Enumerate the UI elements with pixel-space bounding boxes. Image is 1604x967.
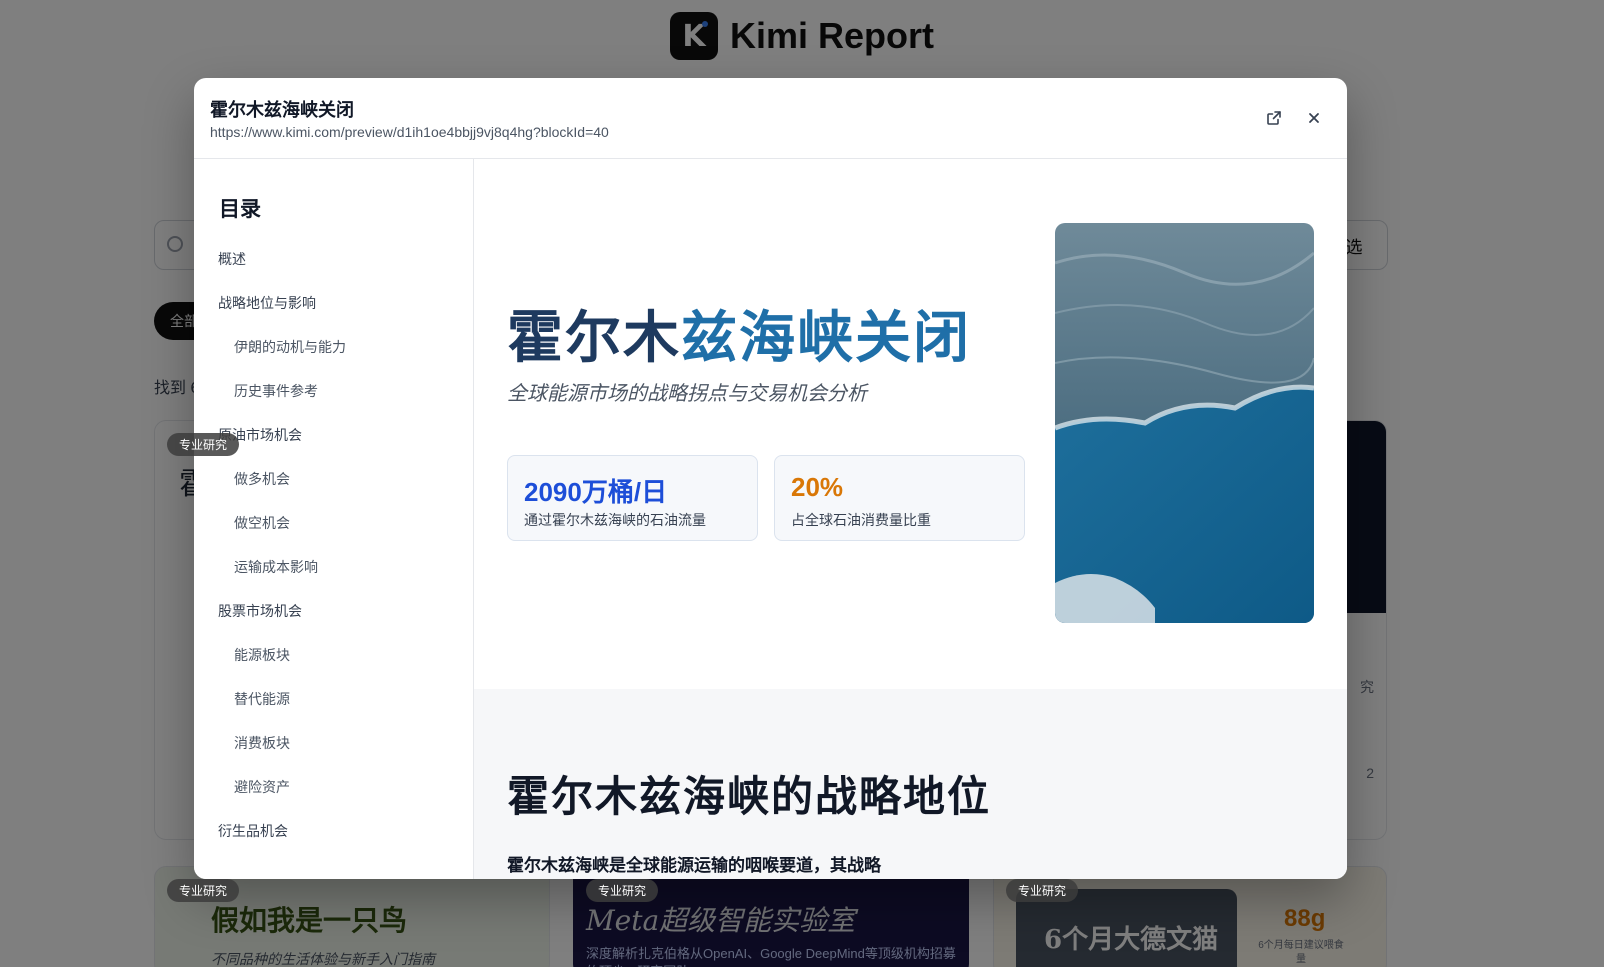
section-paragraph: 霍尔木兹海峡是全球能源运输的咽喉要道，其战略地位至关重要。该海峡连接波斯湾与阿曼… [507, 856, 881, 875]
modal-url: https://www.kimi.com/preview/d1ih1oe4bbj… [210, 124, 609, 140]
card-tag: 专业研究 [167, 879, 240, 902]
card-tag: 专业研究 [586, 879, 659, 902]
stat-value: 2090万桶/日 [524, 477, 668, 507]
toc-item[interactable]: 消费板块 [234, 733, 290, 753]
toc-item[interactable]: 做多机会 [234, 469, 290, 489]
report-preview-modal: 霍尔木兹海峡关闭 https://www.kimi.com/preview/d1… [194, 78, 1347, 879]
hero-section: 霍尔木兹海峡关闭 全球能源市场的战略拐点与交易机会分析 2090万桶/日 通过霍… [474, 159, 1347, 689]
toc-item[interactable]: 历史事件参考 [234, 381, 318, 401]
close-button[interactable] [1300, 104, 1328, 132]
table-of-contents: 目录 概述 战略地位与影响 伊朗的动机与能力 历史事件参考 原油市场机会 做多机会 做空机会… [194, 159, 474, 879]
hero-title-part1: 霍尔木 [507, 305, 681, 371]
hero-title: 霍尔木兹海峡关闭 [507, 293, 971, 374]
card-tag: 专业研究 [167, 433, 240, 456]
strategic-position-section: 霍尔木兹海峡的战略地位 霍尔木兹海峡是全球能源运输的咽喉要道，其战略地位至关重要… [474, 689, 1347, 879]
stat-card-oil-flow: 2090万桶/日 通过霍尔木兹海峡的石油流量 [507, 455, 758, 541]
toc-item[interactable]: 战略地位与影响 [218, 293, 316, 313]
stat-label: 占全球石油消费量比重 [791, 512, 931, 528]
toc-item[interactable]: 伊朗的动机与能力 [234, 337, 346, 357]
toc-heading: 目录 [219, 196, 261, 221]
toc-item[interactable]: 避险资产 [234, 777, 290, 797]
report-content[interactable]: 霍尔木兹海峡关闭 全球能源市场的战略拐点与交易机会分析 2090万桶/日 通过霍… [474, 159, 1347, 879]
section-title: 霍尔木兹海峡的战略地位 [507, 772, 992, 821]
external-link-icon [1267, 111, 1281, 125]
open-external-button[interactable] [1260, 104, 1288, 132]
modal-title: 霍尔木兹海峡关闭 [210, 100, 354, 120]
hero-title-part2: 兹海峡关闭 [681, 305, 971, 371]
toc-item[interactable]: 做空机会 [234, 513, 290, 533]
toc-item[interactable]: 衍生品机会 [218, 821, 288, 841]
close-icon [1309, 113, 1319, 123]
hero-aerial-sea-image [1055, 223, 1314, 623]
hero-subtitle: 全球能源市场的战略拐点与交易机会分析 [507, 383, 867, 405]
toc-item[interactable]: 概述 [218, 249, 246, 269]
toc-item[interactable]: 能源板块 [234, 645, 290, 665]
modal-header: 霍尔木兹海峡关闭 https://www.kimi.com/preview/d1… [194, 78, 1347, 159]
stat-label: 通过霍尔木兹海峡的石油流量 [524, 512, 706, 528]
stat-card-share: 20% 占全球石油消费量比重 [774, 455, 1025, 541]
stat-value: 20% [791, 472, 844, 502]
toc-item[interactable]: 替代能源 [234, 689, 290, 709]
toc-item[interactable]: 股票市场机会 [218, 601, 302, 621]
card-tag: 专业研究 [1006, 879, 1079, 902]
toc-item[interactable]: 运输成本影响 [234, 557, 318, 577]
